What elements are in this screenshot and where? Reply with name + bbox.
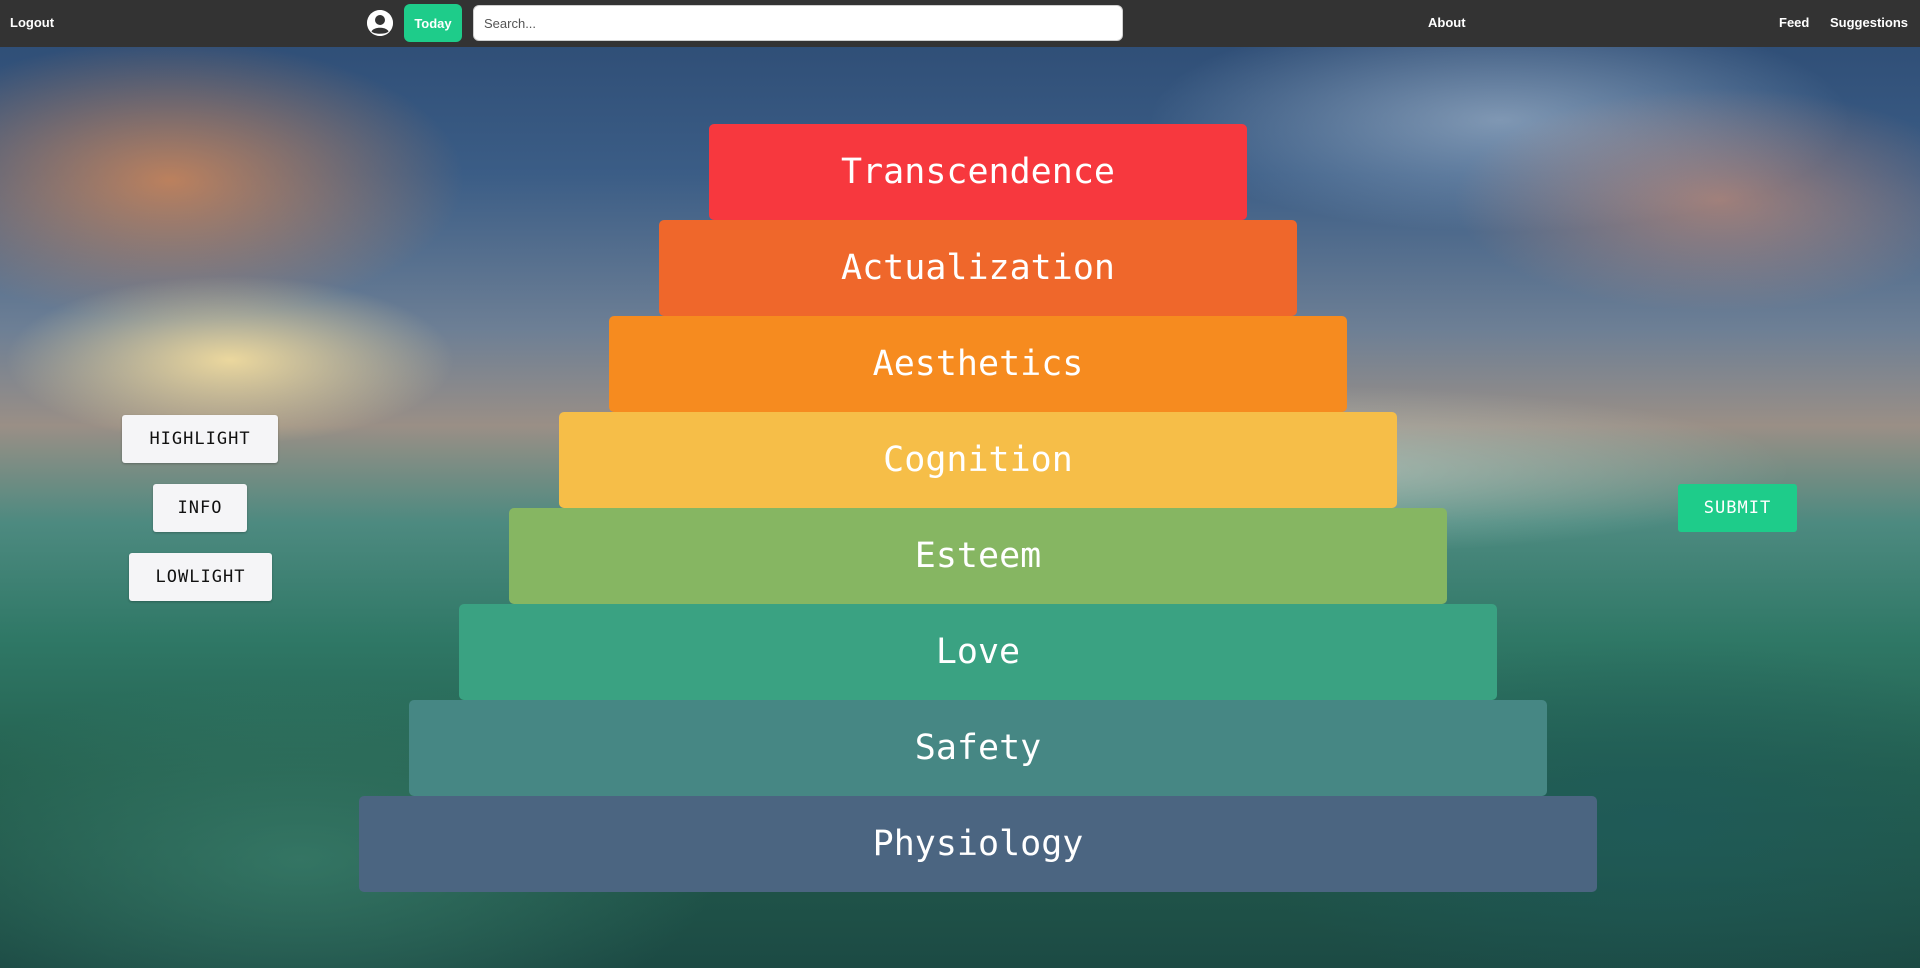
suggestions-link[interactable]: Suggestions (1830, 15, 1908, 30)
tier-esteem[interactable]: Esteem (509, 508, 1447, 604)
submit-button[interactable]: SUBMIT (1678, 484, 1797, 532)
tier-safety[interactable]: Safety (409, 700, 1547, 796)
tier-cognition[interactable]: Cognition (559, 412, 1397, 508)
tier-label: Cognition (883, 440, 1073, 480)
tier-label: Actualization (841, 248, 1115, 288)
tier-label: Love (935, 632, 1021, 672)
search-input[interactable] (473, 5, 1123, 41)
today-button[interactable]: Today (404, 4, 462, 42)
info-button[interactable]: INFO (153, 484, 247, 532)
tier-label: Aesthetics (872, 344, 1084, 384)
user-circle-icon[interactable] (367, 10, 393, 36)
highlight-button[interactable]: HIGHLIGHT (122, 415, 278, 463)
tier-label: Physiology (872, 824, 1084, 864)
tier-label: Transcendence (841, 152, 1115, 192)
tier-transcendence[interactable]: Transcendence (709, 124, 1247, 220)
logout-link[interactable]: Logout (10, 15, 54, 30)
tier-aesthetics[interactable]: Aesthetics (609, 316, 1347, 412)
top-navbar: Logout Today About Feed Suggestions (0, 0, 1920, 47)
tier-love[interactable]: Love (459, 604, 1497, 700)
tier-physiology[interactable]: Physiology (359, 796, 1597, 892)
feed-link[interactable]: Feed (1779, 15, 1809, 30)
tier-actualization[interactable]: Actualization (659, 220, 1297, 316)
tier-label: Esteem (914, 536, 1042, 576)
lowlight-button[interactable]: LOWLIGHT (129, 553, 272, 601)
tier-label: Safety (914, 728, 1042, 768)
about-link[interactable]: About (1428, 15, 1466, 30)
